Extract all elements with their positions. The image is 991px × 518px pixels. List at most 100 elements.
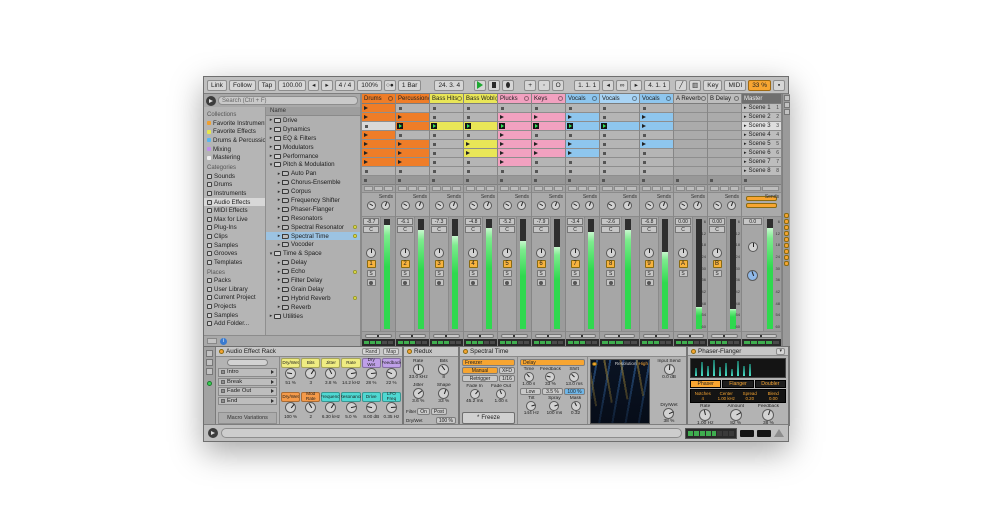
io-chooser[interactable] xyxy=(452,186,461,191)
send-a-knob[interactable] xyxy=(537,201,546,210)
io-chooser[interactable] xyxy=(432,186,441,191)
clip-slot[interactable] xyxy=(498,140,531,149)
clip-slot[interactable] xyxy=(396,167,429,176)
clip-slot[interactable] xyxy=(640,113,673,122)
clip-slot[interactable] xyxy=(464,140,497,149)
crossfade-assign[interactable] xyxy=(396,331,429,339)
track-header[interactable]: Vocals xyxy=(640,94,673,104)
sidebar-item-samples[interactable]: Samples xyxy=(204,241,265,250)
clip-slot[interactable] xyxy=(674,113,707,122)
volume-field[interactable]: -7.9 xyxy=(533,218,549,225)
clip-slot[interactable] xyxy=(674,140,707,149)
io-chooser[interactable] xyxy=(384,186,393,191)
browser-name-column-header[interactable]: Name xyxy=(266,107,360,116)
pan-field[interactable]: C xyxy=(641,226,657,233)
send-a-knob[interactable] xyxy=(435,201,444,210)
volume-field[interactable]: 0.00 xyxy=(709,218,725,225)
stop-button[interactable] xyxy=(488,80,500,91)
collection-item[interactable]: Favorite Instruments xyxy=(204,119,265,128)
stop-all-clips-row[interactable] xyxy=(742,176,781,185)
volume-field[interactable]: -4.8 xyxy=(465,218,481,225)
crossfade-slider[interactable] xyxy=(467,334,493,338)
track-header[interactable]: Drums xyxy=(362,94,395,104)
browser-resize-grip[interactable] xyxy=(207,338,217,344)
clip-slot[interactable] xyxy=(430,158,463,167)
phaser-amount-knob[interactable] xyxy=(730,409,742,421)
pan-knob[interactable] xyxy=(606,248,616,258)
tree-item-pitch-modulation[interactable]: ▾ Pitch & Modulation xyxy=(266,160,360,169)
arm-button[interactable] xyxy=(537,279,546,286)
clip-stop-row[interactable] xyxy=(396,176,429,185)
clip-slot[interactable] xyxy=(708,158,741,167)
tree-item-delay[interactable]: ▸ Delay xyxy=(266,258,360,267)
crossfade-assign[interactable] xyxy=(674,331,707,339)
clip-slot[interactable] xyxy=(640,149,673,158)
delay-tilt-knob[interactable] xyxy=(526,401,536,411)
sidebar-item-clips[interactable]: Clips xyxy=(204,232,265,241)
solo-button[interactable]: S xyxy=(537,270,546,277)
draw-mode-button[interactable]: ╱ xyxy=(675,80,687,91)
tree-item-utilities[interactable]: ▸ Utilities xyxy=(266,312,360,321)
pan-field[interactable]: C xyxy=(499,226,515,233)
clip-slot[interactable] xyxy=(362,122,395,131)
sidebar-item-max-for-live[interactable]: Max for Live xyxy=(204,215,265,224)
sidebar-item-audio-effects[interactable]: Audio Effects xyxy=(204,198,265,207)
phaser-param-notches[interactable]: Notches 4 xyxy=(691,390,715,402)
nudge-up-button[interactable]: ▸ xyxy=(321,80,332,91)
freezer-retrigger-button[interactable]: Retrigger xyxy=(462,375,498,382)
clip-slot[interactable] xyxy=(430,167,463,176)
sidebar-item-midi-effects[interactable]: MIDI Effects xyxy=(204,206,265,215)
clip-slot[interactable] xyxy=(430,140,463,149)
track-header[interactable]: Bass Wobl xyxy=(464,94,497,104)
place-item-projects[interactable]: Projects xyxy=(204,302,265,311)
crossfade-slider[interactable] xyxy=(604,334,635,338)
io-chooser[interactable] xyxy=(364,186,373,191)
pan-knob[interactable] xyxy=(570,248,580,258)
macro-variations-label[interactable]: Macro Variations xyxy=(218,412,277,424)
tree-item-filter-delay[interactable]: ▸ Filter Delay xyxy=(266,276,360,285)
key-map-button[interactable]: Key xyxy=(703,80,722,91)
phaser-param-center[interactable]: Center 1.00 kHz xyxy=(715,390,739,402)
solo-button[interactable]: S xyxy=(503,270,512,277)
phaser-feedback-knob[interactable] xyxy=(762,409,774,421)
clip-stop-row[interactable] xyxy=(674,176,707,185)
clip-slot[interactable] xyxy=(566,167,599,176)
scene-row[interactable]: ▸ Scene 66 xyxy=(742,149,781,158)
send-b-knob[interactable] xyxy=(623,201,632,210)
collection-item[interactable]: Favorite Effects xyxy=(204,128,265,137)
tree-item-chorus-ensemble[interactable]: ▸ Chorus-Ensemble xyxy=(266,178,360,187)
play-button[interactable] xyxy=(474,80,486,91)
io-chooser[interactable] xyxy=(510,186,519,191)
sidebar-item-plug-ins[interactable]: Plug-Ins xyxy=(204,224,265,233)
send-b-knob[interactable] xyxy=(381,201,390,210)
rack-chain-fade-out[interactable]: Fade Out xyxy=(218,387,277,396)
device-view-toggle-icon[interactable] xyxy=(206,359,213,366)
freezer-manual-button[interactable]: Manual xyxy=(462,367,498,374)
freezer-fade-out-knob[interactable] xyxy=(496,389,506,399)
macro-knob[interactable] xyxy=(346,402,357,413)
scene-row[interactable]: ▸ Scene 22 xyxy=(742,113,781,122)
quantization-menu[interactable]: 1 Bar xyxy=(398,80,422,91)
rack-map-button[interactable]: Map xyxy=(383,348,399,355)
clip-stop-row[interactable] xyxy=(430,176,463,185)
phaser-rate-knob[interactable] xyxy=(699,409,711,421)
nudge-down-button[interactable]: ◂ xyxy=(308,80,319,91)
solo-button[interactable]: S xyxy=(401,270,410,277)
clip-slot[interactable] xyxy=(464,122,497,131)
master-volume-field[interactable]: 0.0 xyxy=(743,218,762,225)
volume-field[interactable]: -6.8 xyxy=(641,218,657,225)
send-b-knob[interactable] xyxy=(727,201,736,210)
tree-item-spectral-time[interactable]: ▸ Spectral Time xyxy=(266,232,360,241)
mixer-show-toggle-icon[interactable] xyxy=(784,95,790,101)
clip-slot[interactable] xyxy=(600,158,639,167)
cue-volume-knob[interactable] xyxy=(747,270,758,281)
crossfade-slider[interactable] xyxy=(711,334,737,338)
pan-field[interactable]: C xyxy=(675,226,691,233)
redux-jitter-knob[interactable] xyxy=(413,388,424,399)
track-activator-button[interactable]: 7 xyxy=(571,260,580,268)
crossfade-slider[interactable] xyxy=(501,334,527,338)
delay-shift-knob[interactable] xyxy=(569,372,579,382)
pan-knob[interactable] xyxy=(644,248,654,258)
send-b-knob[interactable] xyxy=(693,201,702,210)
scene-stop-button[interactable] xyxy=(784,243,789,248)
